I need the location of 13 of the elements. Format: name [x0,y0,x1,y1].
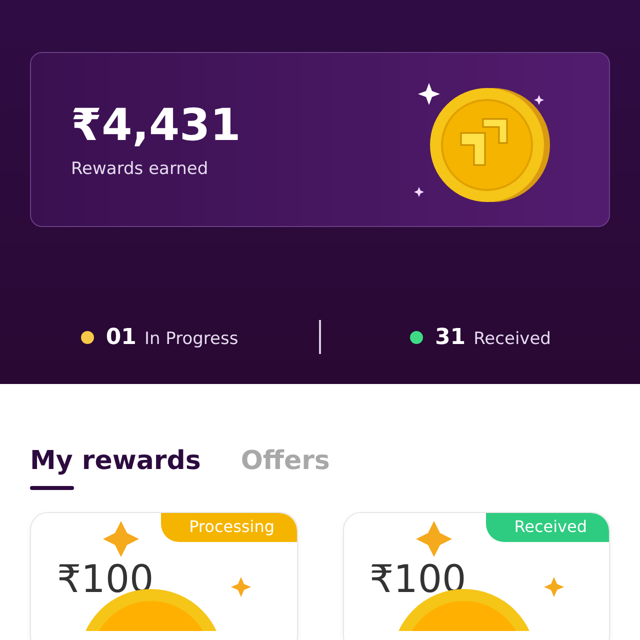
reward-card[interactable]: Processing ₹100 [30,512,298,640]
rewards-label: Rewards earned [71,159,210,179]
stat-count: 01 [106,324,136,350]
status-badge: Processing [161,513,296,542]
rewards-amount: ₹4,431 [71,100,241,151]
stat-label: In Progress [144,328,238,348]
reward-card[interactable]: Received ₹100 [342,512,610,640]
stat-count: 31 [435,324,466,350]
reward-amount: ₹100 [57,557,154,601]
reward-amount: ₹100 [370,557,466,601]
stat-label: Received [474,328,551,348]
tab[interactable]: My rewards [30,446,201,488]
status-badge: Received [486,513,609,542]
